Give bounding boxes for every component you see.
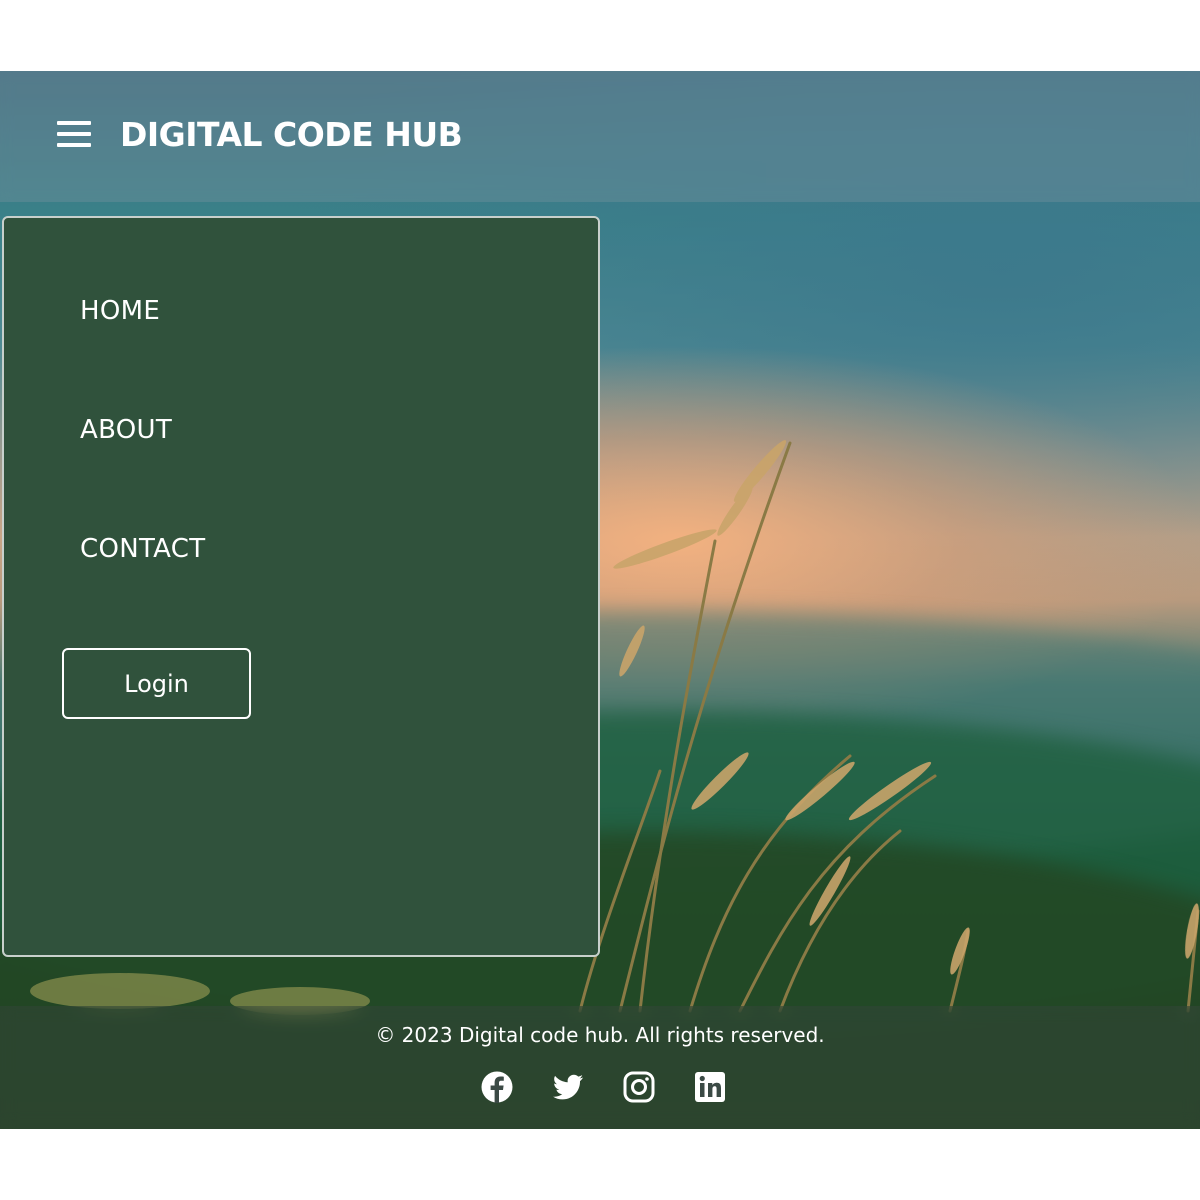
login-button[interactable]: Login [62,648,251,719]
instagram-icon[interactable] [622,1070,656,1104]
top-navbar: DIGITAL CODE HUB [0,71,1200,202]
footer: © 2023 Digital code hub. All rights rese… [0,1006,1200,1129]
nav-item-home[interactable]: HOME [80,296,160,326]
copyright-text: © 2023 Digital code hub. All rights rese… [375,1023,825,1047]
linkedin-icon[interactable] [693,1070,727,1104]
nav-item-contact[interactable]: CONTACT [80,534,205,564]
nav-drawer: HOME ABOUT CONTACT Login [2,216,600,957]
brand-title[interactable]: DIGITAL CODE HUB [120,115,463,154]
nav-item-about[interactable]: ABOUT [80,415,172,445]
hamburger-menu-icon[interactable] [57,120,91,148]
hero-section: DIGITAL CODE HUB HOME ABOUT CONTACT Logi… [0,71,1200,1129]
facebook-icon[interactable] [480,1070,514,1104]
twitter-icon[interactable] [551,1070,585,1104]
